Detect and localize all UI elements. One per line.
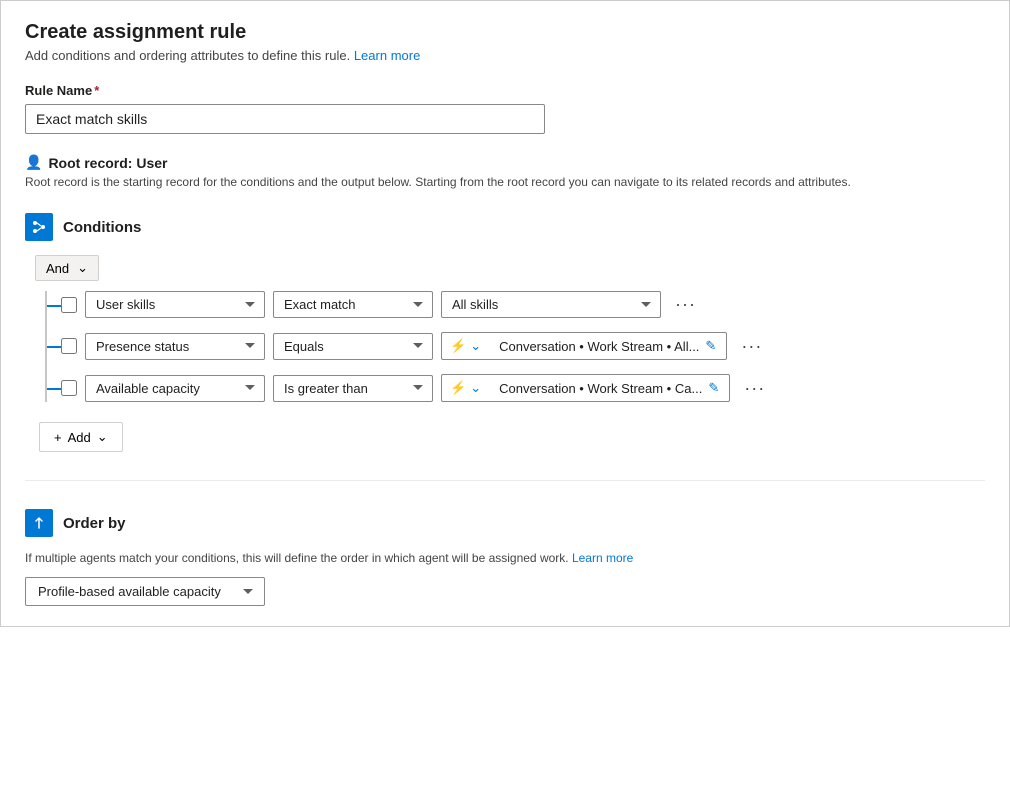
- condition-value-with-lightning-2: ⚡ ⌄ Conversation • Work Stream • All... …: [441, 332, 727, 360]
- root-record-section: 👤 Root record: User Root record is the s…: [25, 154, 985, 189]
- conditions-title: Conditions: [63, 219, 141, 236]
- condition-operator-select-3[interactable]: Is greater than: [273, 375, 433, 402]
- order-by-learn-more-link[interactable]: Learn more: [572, 551, 633, 565]
- and-chevron-icon: ⌄: [77, 260, 88, 276]
- condition-row: Presence status Equals ⚡ ⌄ Conversation …: [47, 332, 985, 360]
- lightning-icon-2: ⚡: [450, 338, 466, 354]
- lightning-icon-3: ⚡: [450, 380, 466, 396]
- lightning-button-2[interactable]: ⚡ ⌄: [441, 332, 489, 360]
- condition-field-select-1[interactable]: User skills: [85, 291, 265, 318]
- conditions-icon: [25, 213, 53, 241]
- condition-more-button-2[interactable]: ···: [735, 334, 768, 359]
- learn-more-link[interactable]: Learn more: [354, 48, 420, 63]
- edit-icon-2[interactable]: ✎: [705, 338, 716, 354]
- page-title: Create assignment rule: [25, 21, 985, 44]
- order-by-desc: If multiple agents match your conditions…: [25, 551, 985, 565]
- condition-value-display-2: Conversation • Work Stream • All... ✎: [489, 332, 727, 360]
- and-button[interactable]: And ⌄: [35, 255, 99, 281]
- condition-more-button-3[interactable]: ···: [738, 376, 771, 401]
- add-chevron-icon: ⌄: [97, 429, 108, 445]
- conditions-list: User skills Exact match All skills ··· P…: [45, 291, 985, 402]
- root-record-desc: Root record is the starting record for t…: [25, 175, 925, 189]
- condition-value-with-lightning-3: ⚡ ⌄ Conversation • Work Stream • Ca... ✎: [441, 374, 730, 402]
- order-by-select[interactable]: Profile-based available capacity: [25, 577, 265, 606]
- condition-row: Available capacity Is greater than ⚡ ⌄ C…: [47, 374, 985, 402]
- lightning-button-3[interactable]: ⚡ ⌄: [441, 374, 489, 402]
- edit-icon-3[interactable]: ✎: [708, 380, 719, 396]
- condition-operator-select-2[interactable]: Equals: [273, 333, 433, 360]
- section-divider: [25, 480, 985, 481]
- condition-checkbox-3[interactable]: [61, 380, 77, 396]
- rule-name-label: Rule Name*: [25, 83, 985, 98]
- conditions-section: Conditions And ⌄ User skills Exact match…: [25, 213, 985, 452]
- rule-name-input[interactable]: [25, 104, 545, 134]
- order-by-title: Order by: [63, 515, 126, 532]
- page-subtitle: Add conditions and ordering attributes t…: [25, 48, 985, 63]
- add-condition-button[interactable]: + Add ⌄: [39, 422, 123, 452]
- condition-value-display-3: Conversation • Work Stream • Ca... ✎: [489, 374, 730, 402]
- order-by-section: Order by If multiple agents match your c…: [25, 509, 985, 606]
- condition-row: User skills Exact match All skills ···: [47, 291, 985, 318]
- user-icon: 👤: [25, 154, 42, 171]
- lightning-chevron-icon-2: ⌄: [470, 338, 481, 354]
- condition-operator-select-1[interactable]: Exact match: [273, 291, 433, 318]
- order-by-icon: [25, 509, 53, 537]
- condition-field-select-3[interactable]: Available capacity: [85, 375, 265, 402]
- condition-checkbox-1[interactable]: [61, 297, 77, 313]
- condition-value-select-1[interactable]: All skills: [441, 291, 661, 318]
- condition-checkbox-2[interactable]: [61, 338, 77, 354]
- root-record-label: Root record: User: [48, 155, 167, 171]
- condition-field-select-2[interactable]: Presence status: [85, 333, 265, 360]
- lightning-chevron-icon-3: ⌄: [470, 380, 481, 396]
- plus-icon: +: [54, 430, 62, 445]
- condition-more-button-1[interactable]: ···: [669, 292, 702, 317]
